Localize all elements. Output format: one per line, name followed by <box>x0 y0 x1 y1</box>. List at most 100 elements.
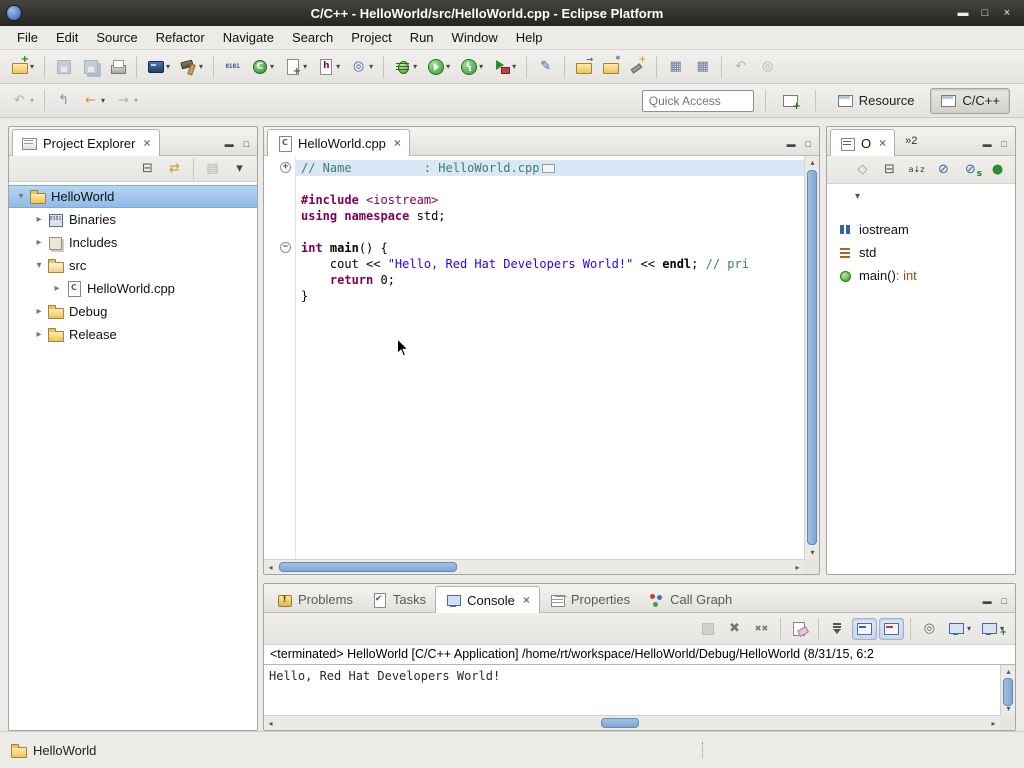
menu-window[interactable]: Window <box>443 27 507 48</box>
code-line[interactable] <box>296 176 804 192</box>
console-vertical-scrollbar[interactable]: ▴ ▾ <box>1000 665 1015 715</box>
previous-annotation-button[interactable]: ▦ <box>690 54 715 79</box>
expand-arrow-icon[interactable]: ▸ <box>31 329 47 340</box>
menu-navigate[interactable]: Navigate <box>214 27 283 48</box>
scrollbar-thumb[interactable] <box>601 718 639 728</box>
expand-arrow-icon[interactable]: ▸ <box>31 237 47 248</box>
tree-item-debug[interactable]: ▸Debug <box>9 300 257 323</box>
dropdown-arrow-icon[interactable]: ▾ <box>413 62 417 71</box>
minimize-panel-icon[interactable]: ▬ <box>787 139 796 149</box>
window-maximize-icon[interactable]: □ <box>974 0 996 26</box>
menu-project[interactable]: Project <box>342 27 400 48</box>
expand-arrow-icon[interactable]: ▸ <box>31 214 47 225</box>
maximize-panel-icon[interactable]: □ <box>1002 596 1007 606</box>
new-cpp-class-button[interactable]: ▾ <box>247 54 278 79</box>
menu-refactor[interactable]: Refactor <box>147 27 214 48</box>
menu-edit[interactable]: Edit <box>47 27 87 48</box>
minimize-panel-icon[interactable]: ▬ <box>225 139 234 149</box>
menu-source[interactable]: Source <box>87 27 146 48</box>
dropdown-arrow-icon[interactable]: ▾ <box>30 96 34 105</box>
view-stack-indicator[interactable]: »2 <box>905 135 917 155</box>
minimize-panel-icon[interactable]: ▬ <box>983 139 992 149</box>
view-menu-icon[interactable]: ▾ <box>855 192 860 202</box>
dropdown-arrow-icon[interactable]: ▾ <box>270 62 274 71</box>
profile-button[interactable]: ▾ <box>456 54 487 79</box>
open-perspective-button[interactable] <box>778 88 803 113</box>
open-console-button[interactable]: ▾ <box>143 54 174 79</box>
external-tools-button[interactable]: ▾ <box>489 54 520 79</box>
tree-item-src[interactable]: ▾src <box>9 254 257 277</box>
code-line[interactable]: // Name : HelloWorld.cpp <box>296 160 804 176</box>
folded-region-indicator[interactable] <box>542 164 555 173</box>
dropdown-arrow-icon[interactable]: ▾ <box>134 96 138 105</box>
tab-helloworld-cpp[interactable]: HelloWorld.cpp × <box>267 129 410 156</box>
scroll-up-icon[interactable]: ▴ <box>1001 665 1016 678</box>
scroll-left-icon[interactable]: ◂ <box>264 560 277 575</box>
code-line[interactable]: return 0; <box>296 272 804 288</box>
expand-arrow-icon[interactable]: ▸ <box>49 283 65 294</box>
titlebar[interactable]: C/C++ - HelloWorld/src/HelloWorld.cpp - … <box>0 0 1024 26</box>
scroll-lock-button[interactable] <box>825 618 850 640</box>
make-target-button[interactable]: ◎▾ <box>346 54 377 79</box>
print-button[interactable] <box>105 54 130 79</box>
collapse-all-button[interactable]: ⊟ <box>135 158 160 180</box>
dropdown-arrow-icon[interactable]: ▾ <box>166 62 170 71</box>
tab-project-explorer[interactable]: Project Explorer × <box>12 129 160 156</box>
tab-problems[interactable]: Problems <box>267 586 362 612</box>
close-icon[interactable]: × <box>394 137 401 149</box>
window-minimize-icon[interactable]: ▬ <box>952 0 974 26</box>
window-menu-icon[interactable] <box>6 5 22 21</box>
dropdown-arrow-icon[interactable]: ▾ <box>336 62 340 71</box>
display-selected-console-button[interactable]: ▾ <box>944 618 975 640</box>
tree-item-helloworld[interactable]: ▾HelloWorld <box>9 185 257 208</box>
tree-item-binaries[interactable]: ▸Binaries <box>9 208 257 231</box>
dropdown-arrow-icon[interactable]: ▾ <box>446 62 450 71</box>
show-on-stderr-button[interactable] <box>879 618 904 640</box>
fold-expanded-icon[interactable]: − <box>280 242 291 253</box>
close-icon[interactable]: × <box>143 137 150 149</box>
hide-static-button[interactable]: ⊘s <box>958 159 983 181</box>
show-on-stdout-button[interactable] <box>852 618 877 640</box>
focus-button[interactable]: ◇ <box>850 159 875 181</box>
tree-item-helloworld-cpp[interactable]: ▸HelloWorld.cpp <box>9 277 257 300</box>
view-menu-button[interactable]: ▾ <box>227 158 252 180</box>
hide-non-public-button[interactable]: ● <box>985 159 1010 181</box>
dropdown-arrow-icon[interactable]: ▾ <box>101 96 105 105</box>
new-source-file-button[interactable]: ▾ <box>280 54 311 79</box>
tab-properties[interactable]: Properties <box>540 586 639 612</box>
menu-search[interactable]: Search <box>283 27 342 48</box>
expand-arrow-icon[interactable]: ▾ <box>31 260 47 271</box>
code-line[interactable]: #include <iostream> <box>296 192 804 208</box>
back-button[interactable]: ←▾ <box>78 88 109 113</box>
minimize-panel-icon[interactable]: ▬ <box>983 596 992 606</box>
scroll-down-icon[interactable]: ▾ <box>805 546 820 559</box>
maximize-panel-icon[interactable]: □ <box>244 139 249 149</box>
maximize-panel-icon[interactable]: □ <box>1002 139 1007 149</box>
new-button[interactable]: ▾ <box>7 54 38 79</box>
hide-fields-button[interactable]: ⊘ <box>931 159 956 181</box>
expand-arrow-icon[interactable]: ▸ <box>31 306 47 317</box>
collapse-all-button[interactable]: ⊟ <box>877 159 902 181</box>
code-line[interactable]: } <box>296 288 804 304</box>
new-header-file-button[interactable]: ▾ <box>313 54 344 79</box>
pin-console-button[interactable]: ◎ <box>917 618 942 640</box>
close-icon[interactable]: × <box>879 137 886 149</box>
next-annotation-button[interactable]: ▦ <box>663 54 688 79</box>
tab-call-graph[interactable]: Call Graph <box>639 586 741 612</box>
clear-console-button[interactable] <box>787 618 812 640</box>
perspective-resource-button[interactable]: Resource <box>827 88 925 114</box>
search-button[interactable] <box>625 54 650 79</box>
build-button[interactable]: ▾ <box>176 54 207 79</box>
dropdown-arrow-icon[interactable]: ▾ <box>479 62 483 71</box>
scroll-up-icon[interactable]: ▴ <box>805 156 820 169</box>
window-close-icon[interactable]: × <box>996 0 1018 26</box>
maximize-panel-icon[interactable]: □ <box>806 139 811 149</box>
menu-file[interactable]: File <box>8 27 47 48</box>
mark-occurrences-button[interactable]: ✎ <box>533 54 558 79</box>
open-element-button[interactable] <box>571 54 596 79</box>
debug-button[interactable]: ▾ <box>390 54 421 79</box>
menu-help[interactable]: Help <box>507 27 552 48</box>
tab-tasks[interactable]: Tasks <box>362 586 435 612</box>
tab-outline[interactable]: O × <box>830 129 895 156</box>
open-console-button[interactable]: +▾ <box>977 618 1008 640</box>
